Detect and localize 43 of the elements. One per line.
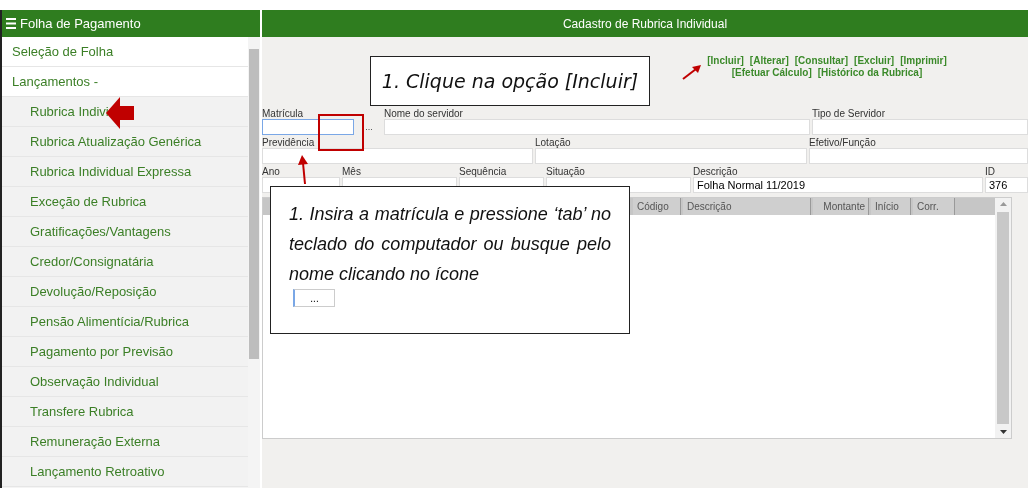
field-label: Matrícula	[262, 108, 304, 119]
column-header: Montante	[813, 198, 869, 215]
column-header: Código	[633, 198, 681, 215]
field-label: Mês	[342, 166, 361, 177]
arrow-icon	[298, 155, 310, 185]
menu-item[interactable]: Seleção de Folha	[2, 37, 248, 67]
panel-title: Cadastro de Rubrica Individual	[262, 10, 1028, 37]
field-label: Efetivo/Função	[809, 137, 876, 148]
field-label: Descrição	[693, 166, 738, 177]
input-field[interactable]	[262, 119, 354, 135]
menu-icon[interactable]	[6, 18, 16, 29]
action-link[interactable]: [Excluir]	[854, 55, 895, 66]
arrow-icon	[106, 97, 134, 129]
scrollbar[interactable]	[995, 198, 1011, 438]
arrow-icon	[682, 64, 702, 80]
action-link[interactable]: [Incluir]	[707, 55, 744, 66]
column-header: Início	[871, 198, 911, 215]
action-link[interactable]: [Consultar]	[794, 55, 849, 66]
lookup-button[interactable]: ...	[293, 289, 335, 307]
column-header: Corr.	[913, 198, 955, 215]
action-link[interactable]: [Imprimir]	[900, 55, 947, 66]
column-header: Descrição	[683, 198, 811, 215]
field-label: Ano	[262, 166, 280, 177]
field-label: Situação	[546, 166, 585, 177]
callout-text: 1. Clique na opção [Incluir]	[381, 69, 639, 93]
field-label: ID	[985, 166, 995, 177]
field-label: Nome do servidor	[384, 108, 463, 119]
action-link[interactable]: [Histórico da Rubrica]	[817, 67, 923, 78]
field-label: Lotação	[535, 137, 571, 148]
menu-item[interactable]: Lançamentos -	[2, 67, 248, 97]
field-label: Tipo de Servidor	[812, 108, 885, 119]
action-link[interactable]: [Efetuar Cálculo]	[731, 67, 812, 78]
field-label: Sequência	[459, 166, 507, 177]
scroll-down-icon[interactable]	[999, 430, 1007, 434]
sidebar-title: Folha de Pagamento	[20, 16, 141, 31]
lookup-button[interactable]: ...	[356, 119, 382, 135]
action-link[interactable]: [Alterar]	[749, 55, 789, 66]
callout-text: 1. Insira a matrícula e pressione ‘tab’ no teclado do computador ou busque pelo nome clicando no ícone	[289, 203, 611, 286]
input-field[interactable]: 376	[985, 177, 1028, 193]
field-label: Previdência	[262, 137, 315, 148]
scroll-up-icon[interactable]	[999, 202, 1007, 206]
highlight-frame	[318, 114, 364, 151]
input-field[interactable]: Folha Normal 11/2019	[693, 177, 983, 193]
